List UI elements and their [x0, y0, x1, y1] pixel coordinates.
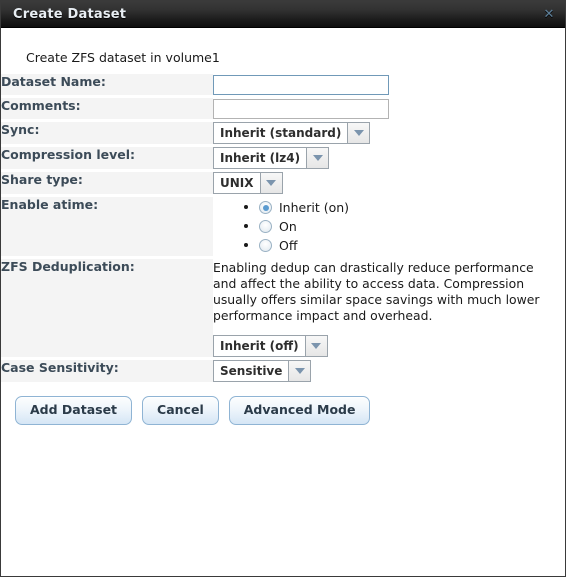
chevron-down-icon[interactable]	[289, 359, 312, 382]
select-value-sync: Inherit (standard)	[213, 122, 349, 144]
dataset-name-input[interactable]	[213, 75, 389, 95]
form-row: Compression level: Inherit (lz4)	[1, 145, 565, 172]
radio-button[interactable]	[259, 201, 272, 214]
row-label-compression-level: Compression level:	[1, 145, 213, 172]
row-field-case-sensitivity: Sensitive	[213, 358, 565, 385]
radio-button[interactable]	[259, 220, 272, 233]
add-dataset-button[interactable]: Add Dataset	[15, 395, 133, 425]
advanced-mode-button[interactable]: Advanced Mode	[228, 395, 371, 425]
radio-label: Off	[279, 238, 298, 253]
select-value-case-sensitivity: Sensitive	[213, 359, 290, 382]
triangle-glyph	[353, 130, 364, 136]
dialog-subtitle: Create ZFS dataset in volume1	[26, 50, 220, 65]
dialog-footer: Add Dataset Cancel Advanced Mode	[1, 385, 565, 425]
row-field-share-type: UNIX	[213, 170, 565, 197]
select-case-sensitivity[interactable]: Sensitive	[213, 359, 312, 382]
row-field-enable-atime: Inherit (on) On Off	[213, 195, 565, 259]
close-icon[interactable]: ✕	[541, 6, 557, 22]
select-share-type[interactable]: UNIX	[213, 172, 283, 194]
dialog-titlebar: Create Dataset ✕	[1, 1, 565, 28]
row-field-comments	[213, 96, 565, 122]
form-row: Share type: UNIX	[1, 170, 565, 197]
row-field-compression-level: Inherit (lz4)	[213, 145, 565, 172]
row-label-dataset-name: Dataset Name:	[1, 74, 213, 98]
chevron-down-icon[interactable]	[348, 122, 371, 144]
triangle-glyph	[312, 155, 323, 161]
triangle-glyph	[311, 342, 322, 349]
form-row: ZFS Deduplication: Enabling dedup can dra…	[1, 257, 565, 360]
row-label-comments: Comments:	[1, 96, 213, 122]
form-row: Enable atime: Inherit (on) On Off	[1, 195, 565, 259]
row-label-case-sensitivity: Case Sensitivity:	[1, 358, 213, 385]
row-field-sync: Inherit (standard)	[213, 120, 565, 147]
row-label-enable-atime: Enable atime:	[1, 195, 213, 259]
row-field-dataset-name	[213, 74, 565, 98]
radio-option-2[interactable]: Off	[259, 238, 297, 253]
row-label-share-type: Share type:	[1, 170, 213, 197]
select-sync[interactable]: Inherit (standard)	[213, 122, 371, 144]
form-row: Comments:	[1, 96, 565, 122]
form-row: Dataset Name:	[1, 74, 565, 98]
dedup-warning-text: Enabling dedup can drastically reduce pe…	[213, 260, 540, 323]
select-value-share-type: UNIX	[213, 172, 261, 194]
triangle-glyph	[266, 180, 277, 186]
select-zfs-deduplication[interactable]: Inherit (off)	[213, 334, 328, 357]
row-label-sync: Sync:	[1, 120, 213, 147]
select-value-compression-level: Inherit (lz4)	[213, 147, 308, 169]
triangle-glyph	[294, 367, 305, 374]
radio-item: On	[259, 218, 565, 234]
radio-option-1[interactable]: On	[259, 219, 297, 234]
dataset-form: Dataset Name: Comments: Sync: Inherit (stan…	[1, 74, 565, 385]
comments-input[interactable]	[213, 99, 389, 119]
select-compression-level[interactable]: Inherit (lz4)	[213, 147, 330, 169]
dialog-title: Create Dataset	[13, 6, 127, 22]
form-row: Sync: Inherit (standard)	[1, 120, 565, 147]
radio-button[interactable]	[259, 239, 272, 252]
select-value-zfs-deduplication: Inherit (off)	[213, 334, 306, 357]
radio-label: On	[279, 219, 297, 234]
cancel-button[interactable]: Cancel	[142, 395, 219, 425]
chevron-down-icon[interactable]	[260, 172, 283, 194]
radio-item: Inherit (on)	[259, 199, 565, 215]
radio-label: Inherit (on)	[279, 200, 350, 215]
radio-item: Off	[259, 237, 565, 253]
radio-group-enable-atime: Inherit (on) On Off	[213, 199, 565, 253]
dialog-content: Create ZFS dataset in volume1 Dataset Na…	[1, 28, 565, 576]
chevron-down-icon[interactable]	[307, 147, 330, 169]
row-label-zfs-deduplication: ZFS Deduplication:	[1, 257, 213, 360]
create-dataset-dialog: Create Dataset ✕ Create ZFS dataset in v…	[0, 0, 566, 577]
form-row: Case Sensitivity: Sensitive	[1, 358, 565, 385]
row-field-zfs-deduplication: Enabling dedup can drastically reduce pe…	[213, 257, 565, 360]
radio-option-0[interactable]: Inherit (on)	[259, 200, 349, 215]
chevron-down-icon[interactable]	[305, 334, 328, 357]
